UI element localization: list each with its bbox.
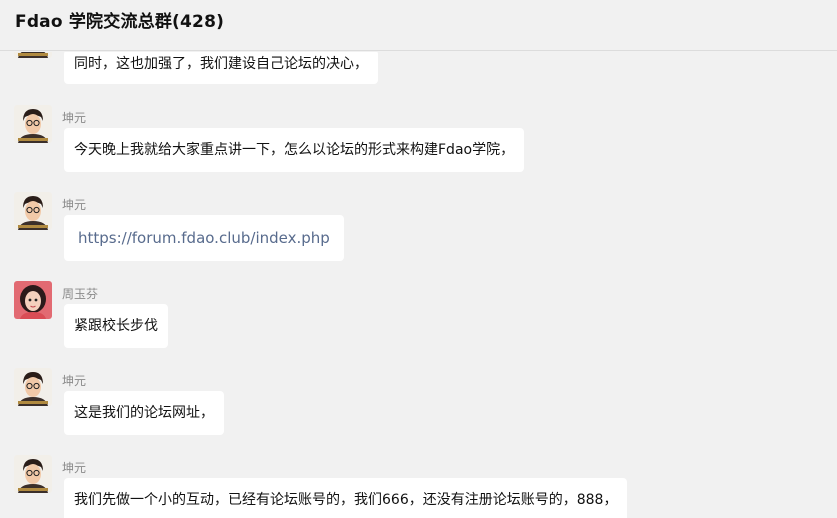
message-bubble[interactable]: 我们先做一个小的互动，已经有论坛账号的，我们666，还没有注册论坛账号的，888… [64,478,628,518]
message-bubble[interactable]: 紧跟校长步伐 [64,304,168,348]
chat-window: Fdao 学院交流总群(428) 同时，这也加强了，我们建设自己论坛的决心， 坤… [0,0,837,518]
man-glasses-avatar[interactable] [14,52,52,58]
man-glasses-avatar[interactable] [14,455,52,493]
group-title[interactable]: Fdao 学院交流总群(428) [15,7,224,32]
sender-name[interactable]: 周玉芬 [62,285,98,302]
link-message-bubble[interactable]: https://forum.fdao.club/index.php [64,215,344,261]
sender-name[interactable]: 坤元 [62,372,86,389]
man-glasses-avatar[interactable] [14,368,52,406]
man-glasses-avatar[interactable] [14,192,52,230]
chat-header: Fdao 学院交流总群(428) [0,0,837,51]
woman-avatar[interactable] [14,281,52,319]
message-list[interactable]: 同时，这也加强了，我们建设自己论坛的决心， 坤元 今天晚上我就给大家重点讲一下，… [0,52,837,518]
man-glasses-avatar[interactable] [14,105,52,143]
message-bubble[interactable]: 今天晚上我就给大家重点讲一下，怎么以论坛的形式来构建Fdao学院， [64,128,525,172]
message-bubble[interactable]: 同时，这也加强了，我们建设自己论坛的决心， [64,52,378,84]
message-bubble[interactable]: 这是我们的论坛网址， [64,391,224,435]
sender-name[interactable]: 坤元 [62,196,86,213]
sender-name[interactable]: 坤元 [62,109,86,126]
sender-name[interactable]: 坤元 [62,459,86,476]
